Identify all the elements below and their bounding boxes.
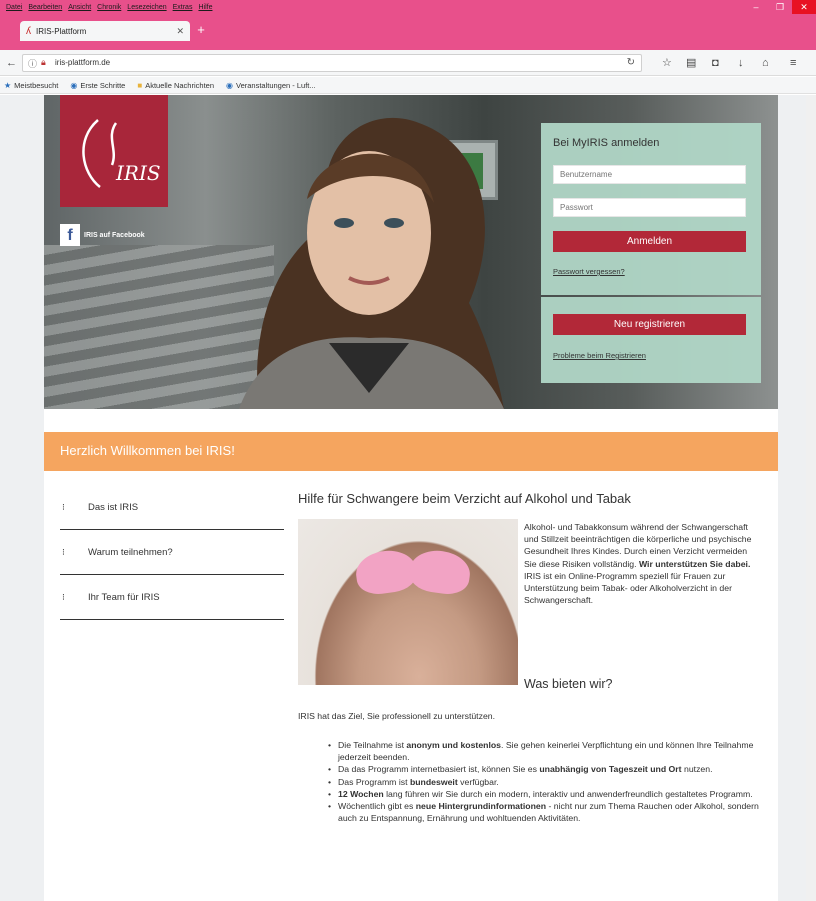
tab-title: IRIS-Plattform: [36, 26, 87, 36]
list-item: Die Teilnahme ist anonym und kostenlos. …: [328, 739, 768, 763]
menu-bar: Datei Bearbeiten Ansicht Chronik Lesezei…: [6, 2, 212, 14]
sidebar-item-label: Ihr Team für IRIS: [88, 591, 160, 603]
sidebar-item-label: Das ist IRIS: [88, 501, 139, 513]
pocket-icon[interactable]: ◘: [712, 54, 719, 72]
password-input[interactable]: [553, 198, 746, 217]
sidebar-item-warum-teilnehmen[interactable]: ⁝ Warum teilnehmen?: [60, 530, 284, 575]
bookmark-item[interactable]: ◉ Veranstaltungen - Luft...: [226, 81, 316, 90]
list-item: Wöchentlich gibt es neue Hintergrundinfo…: [328, 800, 768, 824]
sidebar-item-ihr-team[interactable]: ⁝ Ihr Team für IRIS: [60, 575, 284, 620]
vertical-scrollbar[interactable]: [806, 95, 816, 901]
baby-shoe: [407, 547, 473, 597]
download-icon[interactable]: ↓: [738, 54, 744, 72]
facebook-label: IRIS auf Facebook: [84, 231, 145, 239]
menu-bearbeiten[interactable]: Bearbeiten: [28, 2, 62, 14]
tab-favicon-icon: ʎ: [26, 25, 31, 37]
browser-tab[interactable]: ʎ IRIS-Plattform ✕: [20, 21, 190, 41]
facebook-icon: f: [60, 224, 80, 246]
close-tab-icon[interactable]: ✕: [176, 26, 184, 37]
register-panel: Neu registrieren Probleme beim Registrie…: [541, 297, 761, 383]
url-bar[interactable]: ⓘ 🔒︎ iris-plattform.de ↻: [22, 54, 642, 72]
dots-icon: ⁝: [62, 592, 65, 602]
menu-hilfe[interactable]: Hilfe: [198, 2, 212, 14]
intro-paragraph: Alkohol- und Tabakkonsum während der Sch…: [524, 522, 752, 606]
library-icon[interactable]: ▤: [686, 54, 696, 72]
page-container: IRIS f IRIS auf Facebook Bei MyIRIS anme…: [44, 95, 778, 901]
list-item: Das Programm ist bundesweit verfügbar.: [328, 776, 768, 788]
info-icon[interactable]: ⓘ: [28, 57, 37, 70]
new-tab-icon[interactable]: +: [193, 22, 209, 38]
dots-icon: ⁝: [62, 502, 65, 512]
username-input[interactable]: [553, 165, 746, 184]
bookmark-item[interactable]: ★ Meistbesucht: [4, 81, 58, 90]
forgot-password-link[interactable]: Passwort vergessen?: [553, 267, 625, 276]
url-text: iris-plattform.de: [55, 58, 111, 67]
menu-ansicht[interactable]: Ansicht: [68, 2, 91, 14]
register-problems-link[interactable]: Probleme beim Registrieren: [553, 351, 646, 360]
benefits-list: Die Teilnahme ist anonym und kostenlos. …: [328, 739, 768, 824]
bookmark-item[interactable]: ■ Aktuelle Nachrichten: [137, 81, 214, 90]
login-panel: Bei MyIRIS anmelden Anmelden Passwort ve…: [541, 123, 761, 295]
menu-lesezeichen[interactable]: Lesezeichen: [127, 2, 166, 14]
close-window-icon[interactable]: ✕: [792, 0, 816, 14]
browser-titlebar: Datei Bearbeiten Ansicht Chronik Lesezei…: [0, 0, 816, 50]
sidebar-item-das-ist-iris[interactable]: ⁝ Das ist IRIS: [60, 485, 284, 530]
firefox-icon: ◉: [226, 80, 233, 90]
star-icon: ★: [4, 80, 12, 90]
hamburger-menu-icon[interactable]: ≡: [790, 54, 796, 72]
folder-icon: ■: [137, 80, 143, 90]
main-content: Hilfe für Schwangere beim Verzicht auf A…: [298, 491, 778, 823]
home-icon[interactable]: ⌂: [762, 54, 769, 72]
back-icon[interactable]: ←: [6, 54, 17, 72]
menu-extras[interactable]: Extras: [173, 2, 193, 14]
bookmark-star-icon[interactable]: ☆: [662, 54, 672, 72]
menu-chronik[interactable]: Chronik: [97, 2, 121, 14]
window-controls: – ❐ ✕: [744, 0, 816, 14]
bookmarks-toolbar: ★ Meistbesucht ◉ Erste Schritte ■ Aktuelle …: [0, 77, 816, 94]
maximize-icon[interactable]: ❐: [768, 0, 792, 14]
register-button[interactable]: Neu registrieren: [553, 314, 746, 335]
list-item: Da das Programm internetbasiert ist, kön…: [328, 763, 768, 775]
subheading: Was bieten wir?: [524, 677, 613, 691]
list-item: 12 Wochen lang führen wir Sie durch ein …: [328, 788, 768, 800]
login-title: Bei MyIRIS anmelden: [553, 137, 660, 149]
facebook-link[interactable]: f IRIS auf Facebook: [60, 224, 145, 246]
insecure-lock-icon[interactable]: 🔒︎: [41, 57, 46, 68]
firefox-icon: ◉: [70, 80, 78, 90]
bookmark-item[interactable]: ◉ Erste Schritte: [70, 81, 125, 90]
welcome-text: Herzlich Willkommen bei IRIS!: [60, 443, 235, 458]
welcome-banner: Herzlich Willkommen bei IRIS!: [44, 432, 778, 471]
sidebar-item-label: Warum teilnehmen?: [88, 546, 173, 558]
hero-photo-woman: [239, 117, 504, 409]
navigation-bar: ← ⓘ 🔒︎ iris-plattform.de ↻ ☆ ▤ ◘ ↓ ⌂ ≡: [0, 50, 816, 76]
belly-photo: [298, 519, 518, 685]
dots-icon: ⁝: [62, 547, 65, 557]
reload-icon[interactable]: ↻: [627, 57, 635, 68]
menu-datei[interactable]: Datei: [6, 2, 22, 14]
content-heading: Hilfe für Schwangere beim Verzicht auf A…: [298, 491, 631, 506]
page-viewport: IRIS f IRIS auf Facebook Bei MyIRIS anme…: [0, 95, 816, 901]
logo-text: IRIS: [116, 161, 161, 185]
minimize-icon[interactable]: –: [744, 0, 768, 14]
iris-logo[interactable]: IRIS: [60, 95, 168, 207]
iris-logo-mark: [82, 119, 118, 188]
login-button[interactable]: Anmelden: [553, 231, 746, 252]
hero-banner: IRIS f IRIS auf Facebook Bei MyIRIS anme…: [44, 95, 778, 409]
goal-text: IRIS hat das Ziel, Sie professionell zu …: [298, 711, 496, 721]
